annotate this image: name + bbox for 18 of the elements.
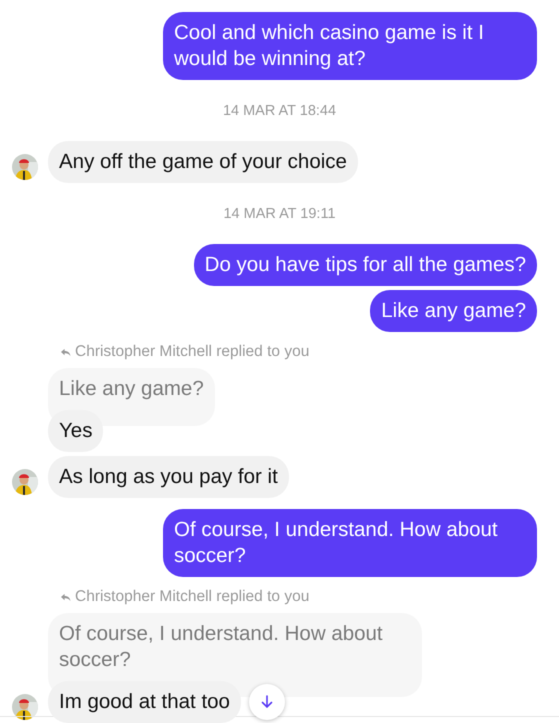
reply-icon — [60, 348, 71, 356]
reply-icon — [60, 592, 71, 602]
reply-note: Christopher Mitchell replied to you — [75, 587, 310, 607]
timestamp: 14 MAR AT 19:11 — [223, 205, 336, 223]
message-bubble: Do you have tips for all the games? — [194, 244, 537, 286]
message-bubble: Cool and which casino game is it I would be winning at? — [163, 12, 537, 80]
message-bubble: Yes — [48, 410, 104, 452]
avatar[interactable] — [12, 154, 38, 180]
timestamp: 14 MAR AT 18:44 — [222, 102, 336, 120]
avatar[interactable] — [12, 694, 38, 720]
message-bubble: Any off the game of your choice — [48, 141, 358, 183]
reply-note: Christopher Mitchell replied to you — [75, 342, 310, 362]
message-bubble: Im good at that too — [48, 681, 241, 723]
message-bubble: Like any game? — [370, 290, 537, 332]
message-bubble: As long as you pay for it — [48, 456, 289, 498]
message-bubble: Of course, I understand. How about soccer? — [163, 509, 537, 577]
arrow-down-icon — [260, 695, 273, 709]
avatar[interactable] — [12, 469, 38, 495]
